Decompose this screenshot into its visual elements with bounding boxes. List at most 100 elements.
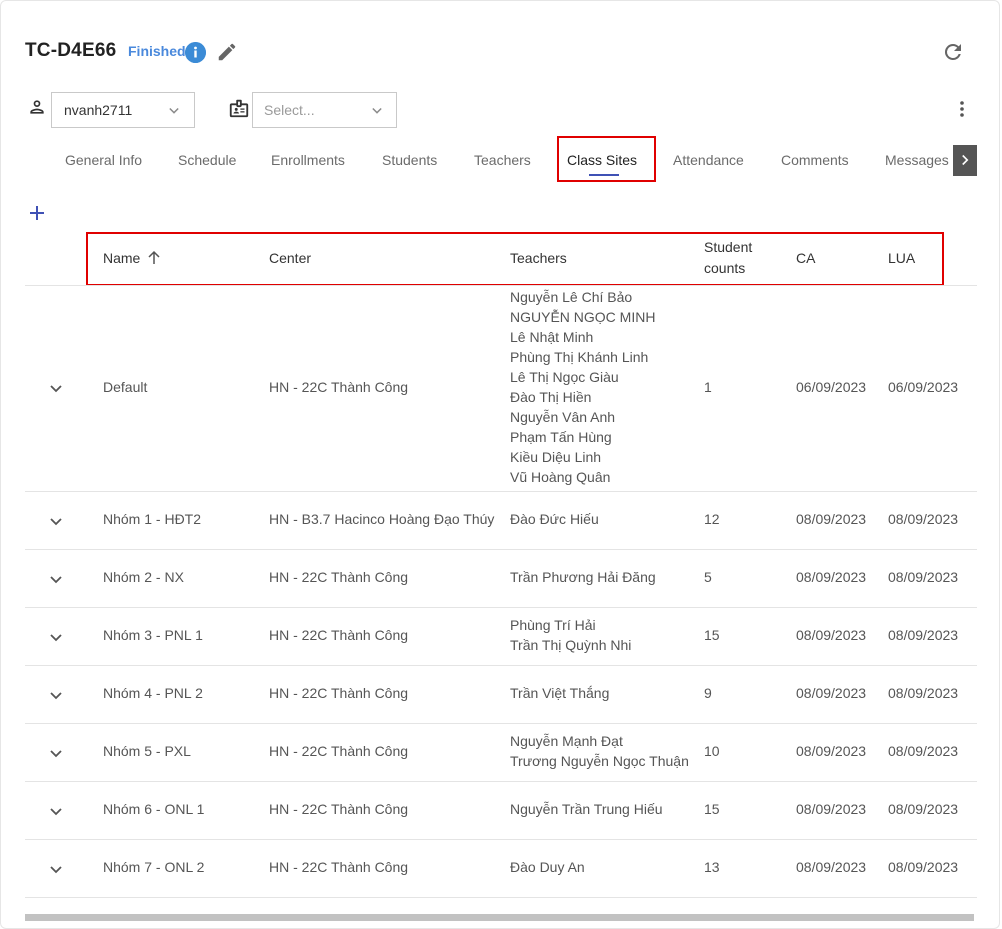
- cell-center: HN - 22C Thành Công: [269, 859, 409, 875]
- cell-lua: 08/09/2023: [888, 743, 959, 759]
- expand-icon[interactable]: [47, 686, 65, 704]
- refresh-icon[interactable]: [941, 40, 965, 64]
- cell-teacher: Nguyễn Lê Chí Bảo: [510, 289, 633, 305]
- table-divider: [25, 723, 977, 724]
- cell-teacher: Đào Duy An: [510, 859, 585, 875]
- cell-lua: 08/09/2023: [888, 685, 959, 701]
- secondary-select[interactable]: Select...: [252, 92, 397, 128]
- column-header-name[interactable]: Name: [103, 250, 140, 266]
- edit-icon[interactable]: [216, 41, 238, 63]
- cell-ca: 08/09/2023: [796, 627, 867, 643]
- chevron-down-icon: [169, 107, 179, 114]
- cell-center: HN - 22C Thành Công: [269, 743, 409, 759]
- cell-center: HN - 22C Thành Công: [269, 379, 409, 395]
- table-divider: [25, 607, 977, 608]
- cell-ca: 08/09/2023: [796, 859, 867, 875]
- cell-student-counts: 15: [704, 627, 720, 643]
- person-icon: [30, 100, 44, 114]
- badge-icon: [229, 99, 249, 118]
- cell-teacher: Đào Đức Hiếu: [510, 511, 599, 527]
- add-icon[interactable]: [28, 204, 46, 222]
- expand-icon[interactable]: [47, 744, 65, 762]
- tab-general-info[interactable]: General Info: [65, 152, 142, 168]
- column-header-teachers[interactable]: Teachers: [510, 250, 567, 266]
- tab-schedule[interactable]: Schedule: [178, 152, 236, 168]
- cell-student-counts: 15: [704, 801, 720, 817]
- cell-lua: 08/09/2023: [888, 859, 959, 875]
- cell-ca: 08/09/2023: [796, 743, 867, 759]
- cell-student-counts: 10: [704, 743, 720, 759]
- tab-enrollments[interactable]: Enrollments: [271, 152, 345, 168]
- user-select[interactable]: nvanh2711: [51, 92, 195, 128]
- table-divider: [25, 781, 977, 782]
- tab-attendance[interactable]: Attendance: [673, 152, 744, 168]
- cell-ca: 08/09/2023: [796, 511, 867, 527]
- column-header-center[interactable]: Center: [269, 250, 311, 266]
- more-vert-icon[interactable]: [952, 99, 972, 119]
- cell-lua: 08/09/2023: [888, 511, 959, 527]
- cell-lua: 08/09/2023: [888, 627, 959, 643]
- cell-teacher: Lê Thị Ngọc Giàu: [510, 369, 619, 385]
- expand-icon[interactable]: [47, 860, 65, 878]
- column-header-lua[interactable]: LUA: [888, 250, 915, 266]
- sort-arrow-up-icon[interactable]: [145, 249, 163, 267]
- cell-student-counts: 9: [704, 685, 712, 701]
- cell-teacher: Lê Nhật Minh: [510, 329, 594, 345]
- expand-icon[interactable]: [47, 512, 65, 530]
- table-divider: [25, 897, 977, 898]
- chevron-right-icon: [962, 154, 969, 166]
- user-select-value: nvanh2711: [64, 102, 133, 118]
- cell-teacher: Vũ Hoàng Quân: [510, 469, 611, 485]
- cell-teacher: NGUYỄN NGỌC MINH: [510, 309, 656, 325]
- horizontal-scrollbar[interactable]: [25, 914, 974, 921]
- cell-center: HN - 22C Thành Công: [269, 627, 409, 643]
- page-title: TC-D4E66: [25, 40, 117, 61]
- cell-student-counts: 5: [704, 569, 712, 585]
- table-divider: [25, 839, 977, 840]
- tab-students[interactable]: Students: [382, 152, 437, 168]
- cell-teacher: Phùng Thị Khánh Linh: [510, 349, 649, 365]
- info-icon[interactable]: [185, 42, 206, 63]
- column-header-student-counts-line1[interactable]: Student: [704, 239, 752, 255]
- table-divider: [25, 491, 977, 492]
- cell-name: Default: [103, 379, 148, 395]
- cell-name: Nhóm 7 - ONL 2: [103, 859, 205, 875]
- cell-ca: 06/09/2023: [796, 379, 867, 395]
- cell-name: Nhóm 6 - ONL 1: [103, 801, 205, 817]
- cell-teacher: Phạm Tấn Hùng: [510, 429, 612, 445]
- cell-ca: 08/09/2023: [796, 685, 867, 701]
- tab-highlight-box: [557, 136, 656, 182]
- column-header-student-counts-line2[interactable]: counts: [704, 260, 745, 276]
- tab-messages[interactable]: Messages: [885, 152, 951, 168]
- column-header-ca[interactable]: CA: [796, 250, 815, 266]
- tab-comments[interactable]: Comments: [781, 152, 849, 168]
- cell-teacher: Đào Thị Hiền: [510, 389, 592, 405]
- cell-teacher: Nguyễn Trần Trung Hiếu: [510, 801, 663, 817]
- cell-center: HN - 22C Thành Công: [269, 685, 409, 701]
- expand-icon[interactable]: [47, 570, 65, 588]
- tab-scroll-right-button[interactable]: [953, 145, 977, 176]
- cell-name: Nhóm 3 - PNL 1: [103, 627, 203, 643]
- cell-teacher: Kiều Diệu Linh: [510, 449, 602, 465]
- cell-teacher: Nguyễn Vân Anh: [510, 409, 616, 425]
- cell-student-counts: 12: [704, 511, 720, 527]
- cell-name: Nhóm 5 - PXL: [103, 743, 191, 759]
- cell-lua: 06/09/2023: [888, 379, 959, 395]
- cell-lua: 08/09/2023: [888, 801, 959, 817]
- cell-name: Nhóm 2 - NX: [103, 569, 184, 585]
- cell-name: Nhóm 1 - HĐT2: [103, 511, 202, 527]
- cell-name: Nhóm 4 - PNL 2: [103, 685, 203, 701]
- cell-teacher: Trương Nguyễn Ngọc Thuận: [510, 753, 689, 769]
- cell-center: HN - 22C Thành Công: [269, 569, 409, 585]
- cell-teacher: Trần Phương Hải Đăng: [510, 569, 656, 585]
- tab-teachers[interactable]: Teachers: [474, 152, 531, 168]
- cell-teacher: Phùng Trí Hải: [510, 617, 596, 633]
- expand-icon[interactable]: [47, 628, 65, 646]
- secondary-select-placeholder: Select...: [264, 102, 315, 118]
- table-divider: [25, 285, 977, 286]
- expand-icon[interactable]: [47, 379, 65, 397]
- cell-center: HN - B3.7 Hacinco Hoàng Đạo Thúy: [269, 511, 495, 527]
- status-badge: Finished: [128, 43, 186, 59]
- cell-lua: 08/09/2023: [888, 569, 959, 585]
- expand-icon[interactable]: [47, 802, 65, 820]
